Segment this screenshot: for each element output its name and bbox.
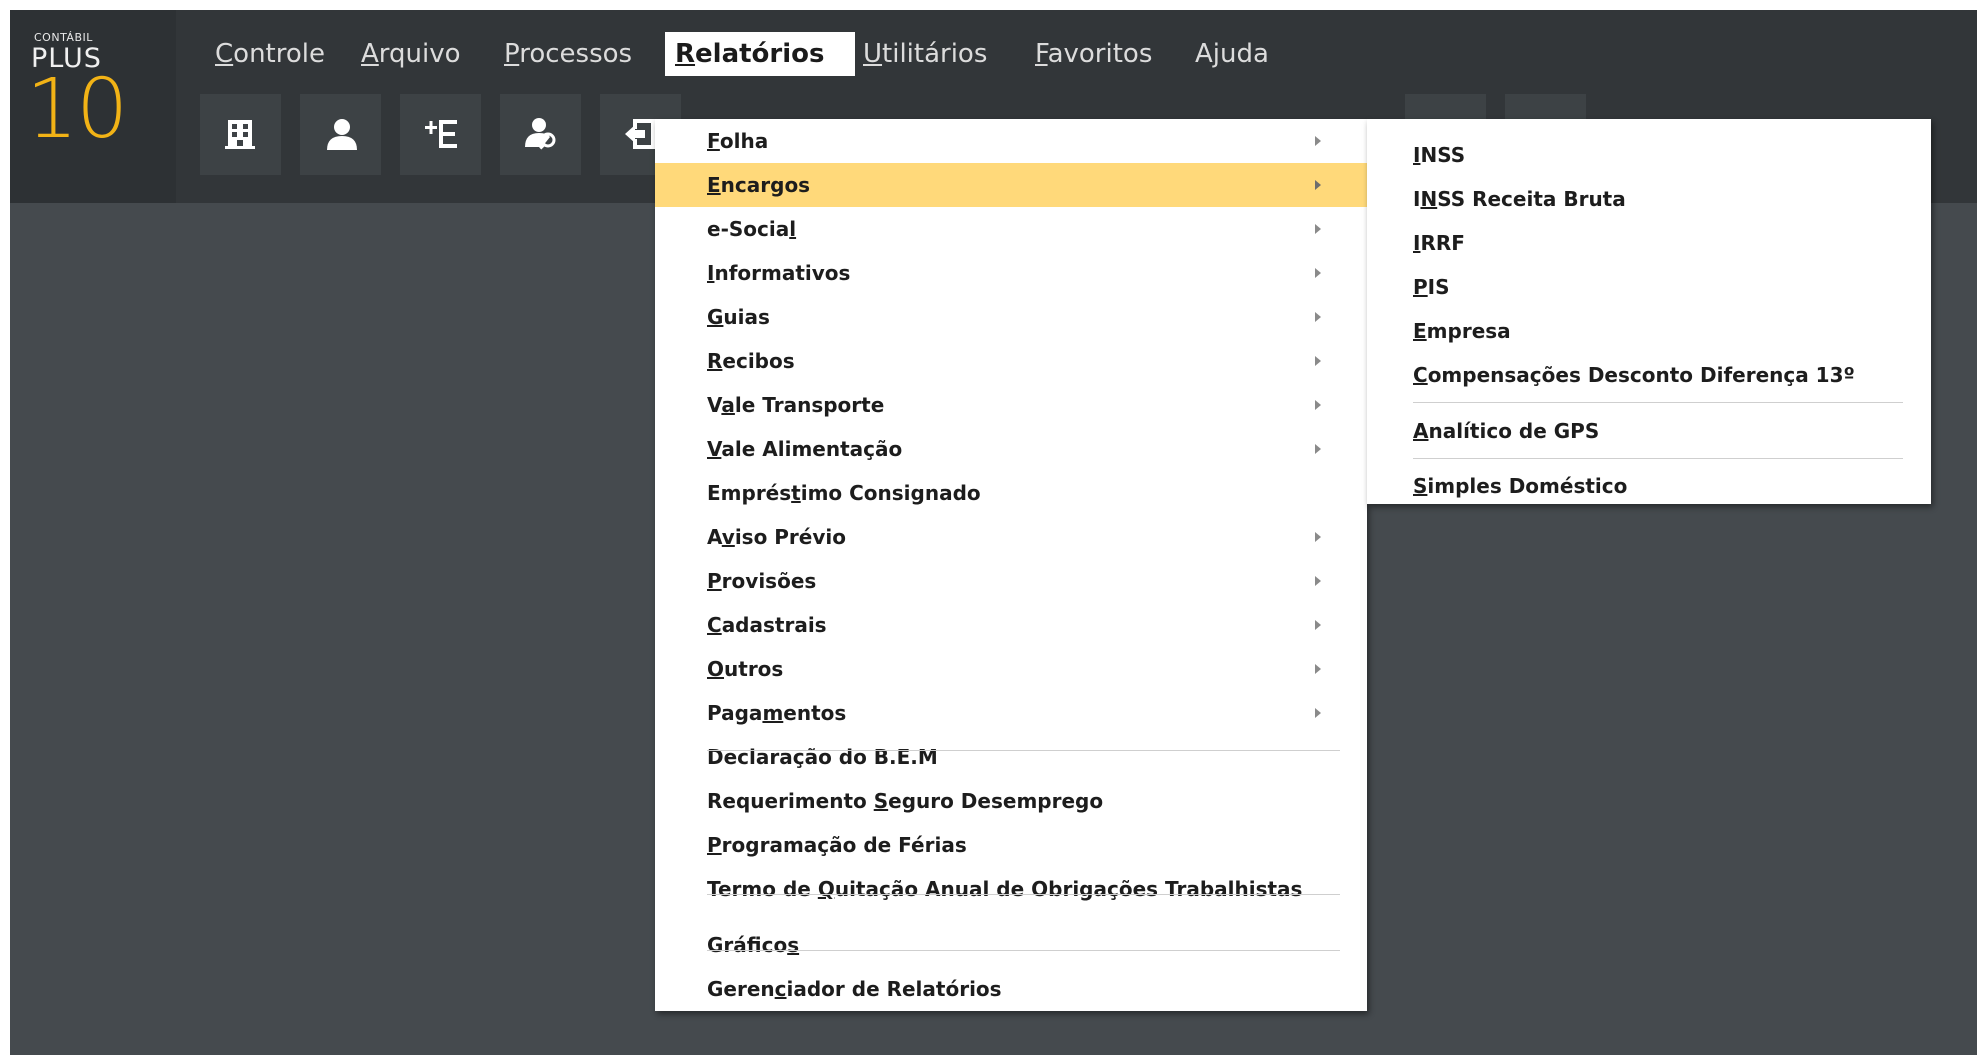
submenu-item-inss[interactable]: INSS — [1367, 133, 1931, 177]
submenu-item-irrf[interactable]: IRRF — [1367, 221, 1931, 265]
menu-item-graficos[interactable]: Gráficos — [655, 923, 1367, 967]
chevron-right-icon — [1315, 708, 1321, 718]
menu-item-label: e-Social — [707, 217, 797, 241]
menu-item-gerenciador-relatorios[interactable]: Gerenciador de Relatórios — [655, 967, 1367, 1011]
menu-item-cadastrais[interactable]: Cadastrais — [655, 603, 1367, 647]
submenu-item-label: Empresa — [1413, 319, 1511, 343]
chevron-right-icon — [1315, 224, 1321, 234]
chevron-right-icon — [1315, 400, 1321, 410]
submenu-item-compensacoes[interactable]: Compensações Desconto Diferença 13º — [1367, 353, 1931, 397]
submenu-item-analitico-gps[interactable]: Analítico de GPS — [1367, 409, 1931, 453]
menu-item-label: Gráficos — [707, 933, 800, 957]
menu-item-guias[interactable]: Guias — [655, 295, 1367, 339]
chevron-right-icon — [1315, 444, 1321, 454]
menu-favoritos[interactable]: Favoritos — [1035, 32, 1152, 76]
menu-item-folha[interactable]: Folha — [655, 119, 1367, 163]
chevron-right-icon — [1315, 620, 1321, 630]
chevron-right-icon — [1315, 576, 1321, 586]
menu-item-label: Cadastrais — [707, 613, 827, 637]
chevron-right-icon — [1315, 532, 1321, 542]
menu-item-seguro-desemprego[interactable]: Requerimento Seguro Desemprego — [655, 779, 1367, 823]
submenu-item-empresa[interactable]: Empresa — [1367, 309, 1931, 353]
menu-item-label: Pagamentos — [707, 701, 847, 725]
menu-item-pagamentos[interactable]: Pagamentos — [655, 691, 1367, 735]
menu-separator — [707, 950, 1340, 951]
menu-item-termo-quitacao[interactable]: Termo de Quitação Anual de Obrigações Tr… — [655, 867, 1367, 911]
chevron-right-icon — [1315, 136, 1321, 146]
user-icon — [327, 119, 357, 150]
toolbar-button-pesquisar-funcionario[interactable] — [500, 94, 581, 175]
menu-item-label: Informativos — [707, 261, 851, 285]
menu-item-esocial[interactable]: e-Social — [655, 207, 1367, 251]
menu-item-label: Termo de Quitação Anual de Obrigações Tr… — [707, 877, 1303, 901]
menu-item-aviso-previo[interactable]: Aviso Prévio — [655, 515, 1367, 559]
menu-item-label: Encargos — [707, 173, 811, 197]
menu-item-label: Vale Transporte — [707, 393, 885, 417]
menu-item-label: Empréstimo Consignado — [707, 481, 981, 505]
chevron-right-icon — [1315, 180, 1321, 190]
submenu-item-label: Simples Doméstico — [1413, 474, 1628, 498]
menu-item-label: Vale Alimentação — [707, 437, 903, 461]
toolbar-button-empresa[interactable] — [200, 94, 281, 175]
menu-processos[interactable]: Processos — [504, 32, 632, 76]
menu-item-declaracao-bem[interactable]: Declaração do B.E.M — [655, 735, 1367, 779]
chevron-right-icon — [1315, 664, 1321, 674]
logo-version: 10 — [26, 62, 128, 157]
submenu-item-label: Compensações Desconto Diferença 13º — [1413, 363, 1855, 387]
app-logo: CONTÁBIL PLUS 10 — [10, 10, 176, 203]
chevron-right-icon — [1315, 312, 1321, 322]
add-list-icon — [425, 120, 457, 148]
toolbar-button-usuario[interactable] — [300, 94, 381, 175]
menu-ajuda[interactable]: Ajuda — [1195, 32, 1269, 76]
menu-item-emprestimo-consignado[interactable]: Empréstimo Consignado — [655, 471, 1367, 515]
menu-item-label: Requerimento Seguro Desemprego — [707, 789, 1104, 813]
submenu-item-label: PIS — [1413, 275, 1450, 299]
relatorios-menu: Folha Encargos e-Social Informativos Gui… — [655, 119, 1367, 1011]
toolbar-button-adicionar-evento[interactable] — [400, 94, 481, 175]
submenu-item-pis[interactable]: PIS — [1367, 265, 1931, 309]
user-search-icon — [525, 118, 556, 150]
chevron-right-icon — [1315, 356, 1321, 366]
menu-separator — [707, 750, 1340, 751]
menu-item-label: Aviso Prévio — [707, 525, 846, 549]
menu-item-label: Declaração do B.E.M — [707, 745, 938, 769]
submenu-item-inss-receita-bruta[interactable]: INSS Receita Bruta — [1367, 177, 1931, 221]
menu-item-label: Recibos — [707, 349, 795, 373]
menu-item-programacao-ferias[interactable]: Programação de Férias — [655, 823, 1367, 867]
menu-item-recibos[interactable]: Recibos — [655, 339, 1367, 383]
submenu-item-label: INSS Receita Bruta — [1413, 187, 1626, 211]
menu-item-encargos[interactable]: Encargos — [655, 163, 1367, 207]
submenu-separator — [1413, 402, 1903, 403]
menu-separator — [707, 894, 1340, 895]
menu-item-label: Folha — [707, 129, 769, 153]
encargos-submenu: INSS INSS Receita Bruta IRRF PIS Empresa… — [1367, 119, 1931, 504]
menu-utilitarios[interactable]: Utilitários — [863, 32, 987, 76]
menu-item-label: Gerenciador de Relatórios — [707, 977, 1002, 1001]
chevron-right-icon — [1315, 268, 1321, 278]
menu-arquivo[interactable]: Arquivo — [361, 32, 461, 76]
building-icon — [225, 120, 255, 149]
menu-item-label: Programação de Férias — [707, 833, 967, 857]
menu-item-vale-alimentacao[interactable]: Vale Alimentação — [655, 427, 1367, 471]
menu-item-label: Outros — [707, 657, 784, 681]
submenu-item-label: INSS — [1413, 143, 1466, 167]
menu-item-label: Guias — [707, 305, 770, 329]
submenu-item-label: IRRF — [1413, 231, 1465, 255]
menu-item-informativos[interactable]: Informativos — [655, 251, 1367, 295]
submenu-item-simples-domestico[interactable]: Simples Doméstico — [1367, 464, 1931, 508]
submenu-separator — [1413, 458, 1903, 459]
menu-item-provisoes[interactable]: Provisões — [655, 559, 1367, 603]
menu-item-vale-transporte[interactable]: Vale Transporte — [655, 383, 1367, 427]
menu-item-outros[interactable]: Outros — [655, 647, 1367, 691]
menu-relatorios[interactable]: Relatórios — [665, 32, 855, 76]
import-icon — [625, 119, 655, 149]
menu-controle[interactable]: Controle — [215, 32, 325, 76]
menu-item-label: Provisões — [707, 569, 817, 593]
submenu-item-label: Analítico de GPS — [1413, 419, 1600, 443]
